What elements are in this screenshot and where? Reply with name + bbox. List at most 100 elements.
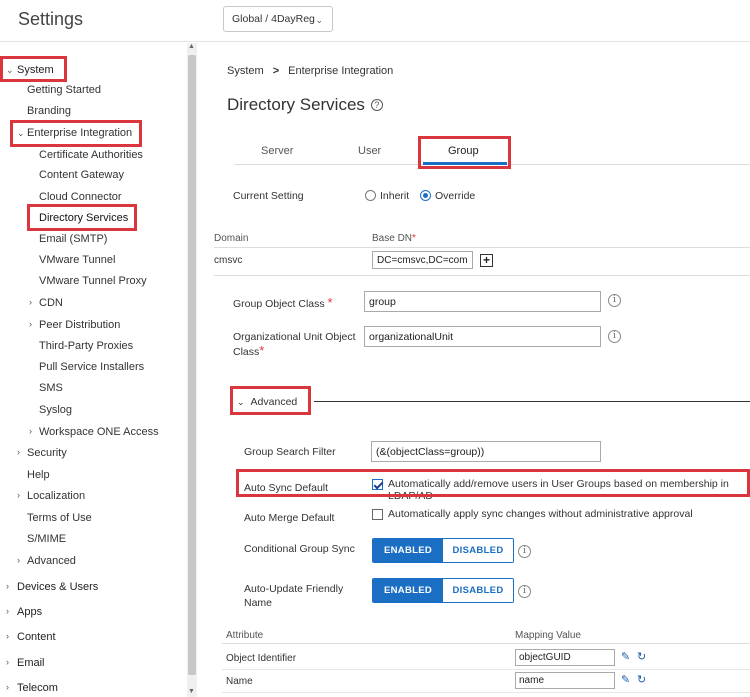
sidebar-item-telecom[interactable]: Telecom [17, 682, 58, 694]
sidebar-item-content[interactable]: Content [17, 631, 56, 643]
refresh-icon[interactable]: ↻ [637, 650, 646, 663]
sidebar-item-advanced[interactable]: Advanced [27, 555, 76, 567]
scroll-up-icon[interactable]: ▲ [188, 43, 195, 50]
help-icon[interactable]: ? [370, 99, 383, 111]
tab-server[interactable]: Server [261, 145, 293, 157]
sidebar-item-cloud-connector[interactable]: Cloud Connector [39, 191, 122, 203]
sidebar-item-terms-of-use[interactable]: Terms of Use [27, 512, 92, 524]
group-object-class-label-text: Group Object Class [233, 298, 325, 310]
tab-user[interactable]: User [358, 145, 381, 157]
chevron-right-icon[interactable]: › [6, 581, 9, 591]
current-setting-label: Current Setting [233, 190, 304, 202]
page-title: Directory Services? [227, 95, 383, 115]
auto-merge-default-checkbox[interactable] [372, 509, 383, 520]
enabled-button[interactable]: ENABLED [373, 579, 443, 602]
page-title-text: Directory Services [227, 95, 365, 114]
sidebar-item-branding[interactable]: Branding [27, 105, 71, 117]
sidebar-item-syslog[interactable]: Syslog [39, 404, 72, 416]
sidebar-item-help[interactable]: Help [27, 469, 50, 481]
highlight-advanced [230, 386, 311, 415]
scroll-down-icon[interactable]: ▼ [188, 688, 195, 695]
chevron-right-icon[interactable]: › [29, 297, 32, 307]
radio-override-label: Override [435, 190, 476, 202]
org-unit-object-class-label: Organizational Unit Object Class* [233, 331, 356, 358]
enabled-button[interactable]: ENABLED [373, 539, 443, 562]
sidebar-item-devices-users[interactable]: Devices & Users [17, 581, 98, 593]
column-base-dn: Base DN* [372, 233, 416, 244]
disabled-button[interactable]: DISABLED [443, 539, 513, 562]
group-search-filter-input[interactable] [371, 441, 601, 462]
org-unit-object-class-input[interactable] [364, 326, 601, 347]
edit-icon[interactable]: ✎ [621, 650, 630, 663]
sidebar-item-workspace-one-access[interactable]: Workspace ONE Access [39, 426, 159, 438]
radio-inherit-circle[interactable] [365, 190, 376, 201]
sidebar-item-third-party-proxies[interactable]: Third-Party Proxies [39, 340, 133, 352]
sidebar-scrollbar[interactable]: ▲ ▼ [187, 43, 197, 697]
sidebar-item-smime[interactable]: S/MIME [27, 533, 66, 545]
domain-table-header: Domain Base DN* [214, 228, 750, 248]
auto-update-friendly-name-toggle[interactable]: ENABLED DISABLED [372, 578, 514, 603]
sidebar-item-sms[interactable]: SMS [39, 382, 63, 394]
conditional-group-sync-toggle[interactable]: ENABLED DISABLED [372, 538, 514, 563]
info-icon[interactable]: i [518, 545, 531, 558]
highlight-directory-services [27, 204, 137, 231]
scrollbar-thumb[interactable] [188, 55, 196, 675]
sidebar-item-content-gateway[interactable]: Content Gateway [39, 169, 124, 181]
sidebar-item-security[interactable]: Security [27, 447, 67, 459]
column-domain: Domain [214, 233, 249, 244]
sidebar-item-peer-distribution[interactable]: Peer Distribution [39, 319, 120, 331]
disabled-button[interactable]: DISABLED [443, 579, 513, 602]
sidebar-item-email[interactable]: Email [17, 657, 45, 669]
org-group-selector[interactable]: Global / 4DayReg ⌄ [223, 6, 333, 32]
group-object-class-label: Group Object Class * [233, 295, 333, 310]
auto-update-friendly-name-label: Auto-Update Friendly Name [244, 583, 344, 609]
table-row: cmsvc + [214, 248, 750, 276]
chevron-right-icon[interactable]: › [17, 490, 20, 500]
column-mapping-value: Mapping Value [515, 630, 581, 641]
mapping-value-input[interactable] [515, 672, 615, 689]
chevron-right-icon[interactable]: › [6, 631, 9, 641]
sidebar-item-pull-service-installers[interactable]: Pull Service Installers [39, 361, 144, 373]
chevron-right-icon[interactable]: › [6, 606, 9, 616]
add-base-dn-button[interactable]: + [480, 254, 493, 267]
breadcrumb-separator: > [272, 65, 280, 77]
sidebar-item-vmware-tunnel[interactable]: VMware Tunnel [39, 254, 115, 266]
chevron-down-icon: ⌄ [315, 15, 323, 25]
highlight-group-tab [418, 136, 511, 169]
refresh-icon[interactable]: ↻ [637, 673, 646, 686]
mapping-value-input[interactable] [515, 649, 615, 666]
breadcrumb-enterprise-integration[interactable]: Enterprise Integration [288, 65, 393, 77]
chevron-right-icon[interactable]: › [6, 682, 9, 692]
app-title: Settings [18, 9, 84, 29]
sidebar-item-cdn[interactable]: CDN [39, 297, 63, 309]
base-dn-input[interactable] [372, 251, 473, 269]
radio-inherit[interactable]: Inherit [365, 190, 409, 202]
breadcrumb: System > Enterprise Integration [227, 65, 393, 77]
chevron-right-icon[interactable]: › [6, 657, 9, 667]
auto-merge-default-label: Auto Merge Default [244, 512, 335, 524]
chevron-right-icon[interactable]: › [17, 555, 20, 565]
chevron-right-icon[interactable]: › [17, 447, 20, 457]
info-icon[interactable]: i [608, 330, 621, 343]
sidebar-item-getting-started[interactable]: Getting Started [27, 84, 101, 96]
chevron-right-icon[interactable]: › [29, 319, 32, 329]
attribute-table-header: Attribute Mapping Value [222, 628, 750, 644]
edit-icon[interactable]: ✎ [621, 673, 630, 686]
sidebar-item-apps[interactable]: Apps [17, 606, 42, 618]
breadcrumb-system[interactable]: System [227, 65, 264, 77]
info-icon[interactable]: i [518, 585, 531, 598]
radio-override[interactable]: Override [420, 190, 475, 202]
highlight-enterprise-integration [10, 120, 142, 147]
advanced-divider [314, 401, 750, 402]
chevron-right-icon[interactable]: › [29, 426, 32, 436]
sidebar-item-email-smtp[interactable]: Email (SMTP) [39, 233, 107, 245]
sidebar-item-certificate-authorities[interactable]: Certificate Authorities [39, 149, 143, 161]
group-object-class-input[interactable] [364, 291, 601, 312]
info-icon[interactable]: i [608, 294, 621, 307]
highlight-system [0, 56, 67, 82]
app-header: Settings Global / 4DayReg ⌄ [0, 0, 750, 42]
group-search-filter-label: Group Search Filter [244, 446, 336, 458]
sidebar-item-vmware-tunnel-proxy[interactable]: VMware Tunnel Proxy [39, 275, 147, 287]
sidebar-item-localization[interactable]: Localization [27, 490, 85, 502]
radio-override-circle[interactable] [420, 190, 431, 201]
